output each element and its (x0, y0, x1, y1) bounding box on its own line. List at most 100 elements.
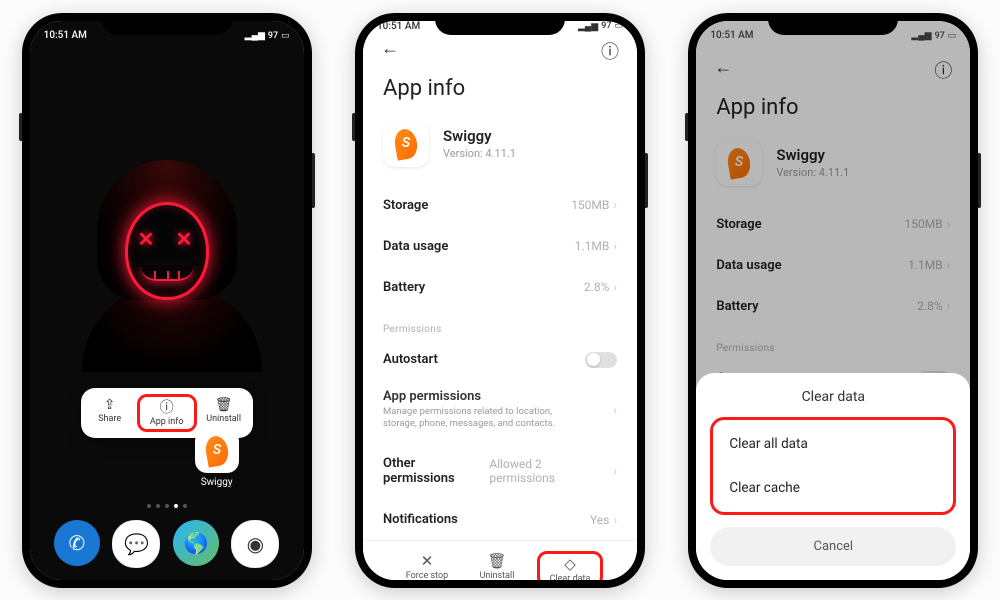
row-battery[interactable]: Battery 2.8% › (363, 267, 637, 308)
row-label: App permissions (383, 389, 583, 404)
share-icon: ⇪ (83, 396, 137, 414)
wallpaper: ✕ ✕ (30, 21, 304, 580)
row-value: 1.1MB (908, 258, 943, 272)
home-screen: 10:51 AM ▂▄▆ 97 ▭ ✕ ✕ (30, 21, 304, 580)
row-label: Battery (383, 280, 425, 295)
row-label: Storage (383, 198, 428, 213)
row-battery[interactable]: Battery 2.8%› (696, 286, 970, 327)
swiggy-icon (195, 429, 239, 473)
notch (435, 13, 565, 35)
battery-percent: 97 (268, 31, 278, 41)
cancel-button[interactable]: Cancel (710, 527, 956, 566)
battery-icon: ▭ (281, 31, 290, 41)
dock: ✆ 💬 🌎 ◉ (30, 520, 304, 568)
row-label: Notifications (383, 512, 458, 527)
status-time: 10:51 AM (44, 30, 87, 41)
option-clear-cache[interactable]: Clear cache (713, 466, 953, 510)
signal-icon: ▂▄▆ (578, 21, 598, 32)
action-label: Uninstall (467, 571, 527, 579)
action-uninstall[interactable]: 🗑 Uninstall (467, 551, 527, 579)
action-force-stop[interactable]: ✕ Force stop (397, 551, 457, 579)
row-app-permissions[interactable]: App permissions Manage permissions relat… (363, 381, 637, 444)
sheet-title: Clear data (710, 389, 956, 405)
notch (102, 13, 232, 35)
section-permissions: Permissions (363, 308, 637, 339)
notch (768, 13, 898, 35)
row-label: Data usage (716, 258, 781, 273)
row-sub: Manage permissions related to location, … (383, 406, 583, 432)
info-icon[interactable]: ⓘ (934, 57, 952, 83)
trash-icon: 🗑 (467, 551, 527, 571)
row-value: Yes (590, 513, 609, 527)
action-clear-data[interactable]: ◇ Clear data (537, 551, 603, 579)
action-label: Force stop (397, 571, 457, 579)
back-icon[interactable]: ← (714, 57, 732, 83)
option-clear-all-data[interactable]: Clear all data (713, 422, 953, 466)
battery-percent: 97 (601, 21, 611, 31)
row-label: Other permissions (383, 456, 489, 486)
trash-icon: 🗑 (197, 396, 251, 414)
chevron-right-icon: › (613, 280, 617, 294)
swiggy-icon (383, 121, 429, 167)
context-app-info[interactable]: ⓘ App info (137, 394, 197, 432)
app-name: Swiggy (776, 146, 849, 164)
row-notifications[interactable]: Notifications Yes› (363, 499, 637, 540)
dock-messages-icon[interactable]: 💬 (112, 520, 160, 568)
row-value: 2.8% (917, 299, 942, 313)
signal-icon: ▂▄▆ (245, 30, 265, 41)
chevron-right-icon: › (613, 464, 617, 478)
bottom-actions: ✕ Force stop 🗑 Uninstall ◇ Clear data (363, 540, 637, 579)
status-time: 10:51 AM (710, 30, 753, 41)
row-label: Storage (716, 217, 761, 232)
toggle-autostart[interactable] (585, 352, 617, 368)
app-icon-label: Swiggy (195, 477, 239, 488)
app-info-screen: 10:51 AM ▂▄▆ 97 ▭ ← ⓘ App info Swiggy Ve… (363, 21, 637, 580)
row-label: Autostart (383, 352, 438, 367)
context-share-label: Share (83, 414, 137, 424)
context-uninstall-label: Uninstall (197, 414, 251, 424)
row-label: Battery (716, 299, 758, 314)
battery-percent: 97 (935, 31, 945, 41)
dock-browser-icon[interactable]: 🌎 (173, 520, 219, 566)
dock-camera-icon[interactable]: ◉ (231, 520, 279, 568)
context-uninstall[interactable]: 🗑 Uninstall (197, 394, 251, 432)
eraser-icon: ◇ (540, 554, 600, 574)
action-label: Clear data (540, 574, 600, 579)
context-app-info-label: App info (140, 417, 194, 427)
battery-icon: ▭ (614, 21, 623, 31)
page-indicator (147, 504, 187, 508)
row-data-usage[interactable]: Data usage 1.1MB› (363, 226, 637, 267)
phone-clear-data-sheet: 10:51 AM ▂▄▆ 97 ▭ ← ⓘ App info Swiggy Ve… (688, 13, 978, 588)
row-value: Allowed 2 permissions (489, 457, 609, 485)
sheet-options-highlight: Clear all data Clear cache (710, 417, 956, 515)
chevron-right-icon: › (947, 258, 951, 272)
app-version: Version: 4.11.1 (443, 147, 516, 160)
row-autostart[interactable]: Autostart (363, 339, 637, 381)
app-version: Version: 4.11.1 (776, 166, 849, 179)
app-name: Swiggy (443, 127, 516, 145)
row-storage[interactable]: Storage 150MB › (696, 204, 970, 245)
row-storage[interactable]: Storage 150MB › (363, 185, 637, 226)
signal-icon: ▂▄▆ (911, 30, 931, 41)
page-title: App info (363, 64, 637, 117)
context-share[interactable]: ⇪ Share (83, 394, 137, 432)
swiggy-icon (716, 140, 762, 186)
row-value: 2.8% (584, 280, 609, 294)
page-title: App info (696, 83, 970, 136)
info-icon: ⓘ (140, 399, 194, 417)
app-icon-swiggy[interactable]: Swiggy (195, 429, 239, 488)
phone-home: 10:51 AM ▂▄▆ 97 ▭ ✕ ✕ (22, 13, 312, 588)
chevron-right-icon: › (947, 217, 951, 231)
row-other-permissions[interactable]: Other permissions Allowed 2 permissions › (363, 443, 637, 499)
row-value: 150MB (905, 217, 943, 231)
dock-phone-icon[interactable]: ✆ (54, 520, 100, 566)
row-value: 1.1MB (575, 239, 610, 253)
info-icon[interactable]: ⓘ (601, 38, 619, 64)
back-icon[interactable]: ← (381, 38, 399, 64)
chevron-right-icon: › (613, 198, 617, 212)
row-value: 150MB (571, 198, 609, 212)
phone-app-info: 10:51 AM ▂▄▆ 97 ▭ ← ⓘ App info Swiggy Ve… (355, 13, 645, 588)
battery-icon: ▭ (948, 31, 957, 41)
status-time: 10:51 AM (377, 21, 420, 32)
row-data-usage[interactable]: Data usage 1.1MB › (696, 245, 970, 286)
